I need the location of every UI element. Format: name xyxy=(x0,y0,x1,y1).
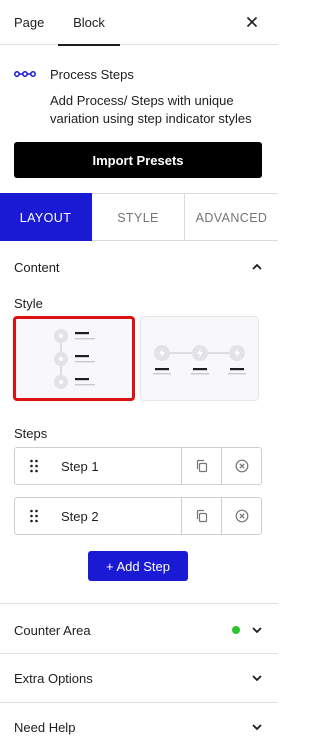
chevron-up-icon xyxy=(252,263,262,270)
divider xyxy=(0,653,278,654)
remove-icon[interactable] xyxy=(221,498,261,534)
horizontal-steps-preview xyxy=(153,345,246,375)
counter-area-section-toggle[interactable]: Counter Area xyxy=(14,620,264,640)
duplicate-icon[interactable] xyxy=(181,448,221,484)
tab-block[interactable]: Block xyxy=(58,0,120,46)
content-section-label: Content xyxy=(14,259,60,275)
content-section-toggle[interactable]: Content xyxy=(14,257,264,277)
need-help-label: Need Help xyxy=(14,719,76,735)
tab-advanced[interactable]: ADVANCED xyxy=(185,193,278,241)
drag-handle-icon[interactable] xyxy=(15,498,53,534)
style-label: Style xyxy=(14,296,43,311)
step-label[interactable]: Step 1 xyxy=(53,459,181,474)
status-dot xyxy=(232,626,240,634)
import-presets-button[interactable]: Import Presets xyxy=(14,142,262,178)
divider xyxy=(0,603,278,604)
vertical-steps-preview xyxy=(54,329,95,389)
step-row: Step 1 xyxy=(14,447,262,485)
close-icon[interactable] xyxy=(242,12,262,32)
block-title: Process Steps xyxy=(50,66,134,82)
extra-options-label: Extra Options xyxy=(14,670,93,686)
remove-icon[interactable] xyxy=(221,448,261,484)
duplicate-icon[interactable] xyxy=(181,498,221,534)
tab-block-label: Block xyxy=(73,15,105,30)
step-row: Step 2 xyxy=(14,497,262,535)
tab-page[interactable]: Page xyxy=(14,0,44,45)
tab-layout[interactable]: LAYOUT xyxy=(0,193,92,241)
step-label[interactable]: Step 2 xyxy=(53,509,181,524)
drag-handle-icon[interactable] xyxy=(15,448,53,484)
chevron-down-icon xyxy=(252,724,262,731)
need-help-section-toggle[interactable]: Need Help xyxy=(14,717,264,737)
panel-tabs: LAYOUT STYLE ADVANCED xyxy=(0,193,278,241)
block-card: Process Steps Add Process/ Steps with un… xyxy=(14,64,264,128)
style-option-horizontal[interactable] xyxy=(140,316,259,401)
active-tab-indicator xyxy=(58,44,120,46)
sidebar-top-tabs: Page Block xyxy=(0,0,278,46)
counter-area-label: Counter Area xyxy=(14,622,91,638)
extra-options-section-toggle[interactable]: Extra Options xyxy=(14,668,264,688)
block-description: Add Process/ Steps with unique variation… xyxy=(50,93,252,126)
chevron-down-icon xyxy=(252,675,262,682)
add-step-button[interactable]: + Add Step xyxy=(88,551,188,581)
steps-label: Steps xyxy=(14,426,48,441)
process-steps-icon xyxy=(14,71,36,77)
tab-style[interactable]: STYLE xyxy=(92,193,185,241)
style-option-vertical[interactable] xyxy=(13,316,135,401)
chevron-down-icon xyxy=(252,627,262,634)
divider xyxy=(0,702,278,703)
